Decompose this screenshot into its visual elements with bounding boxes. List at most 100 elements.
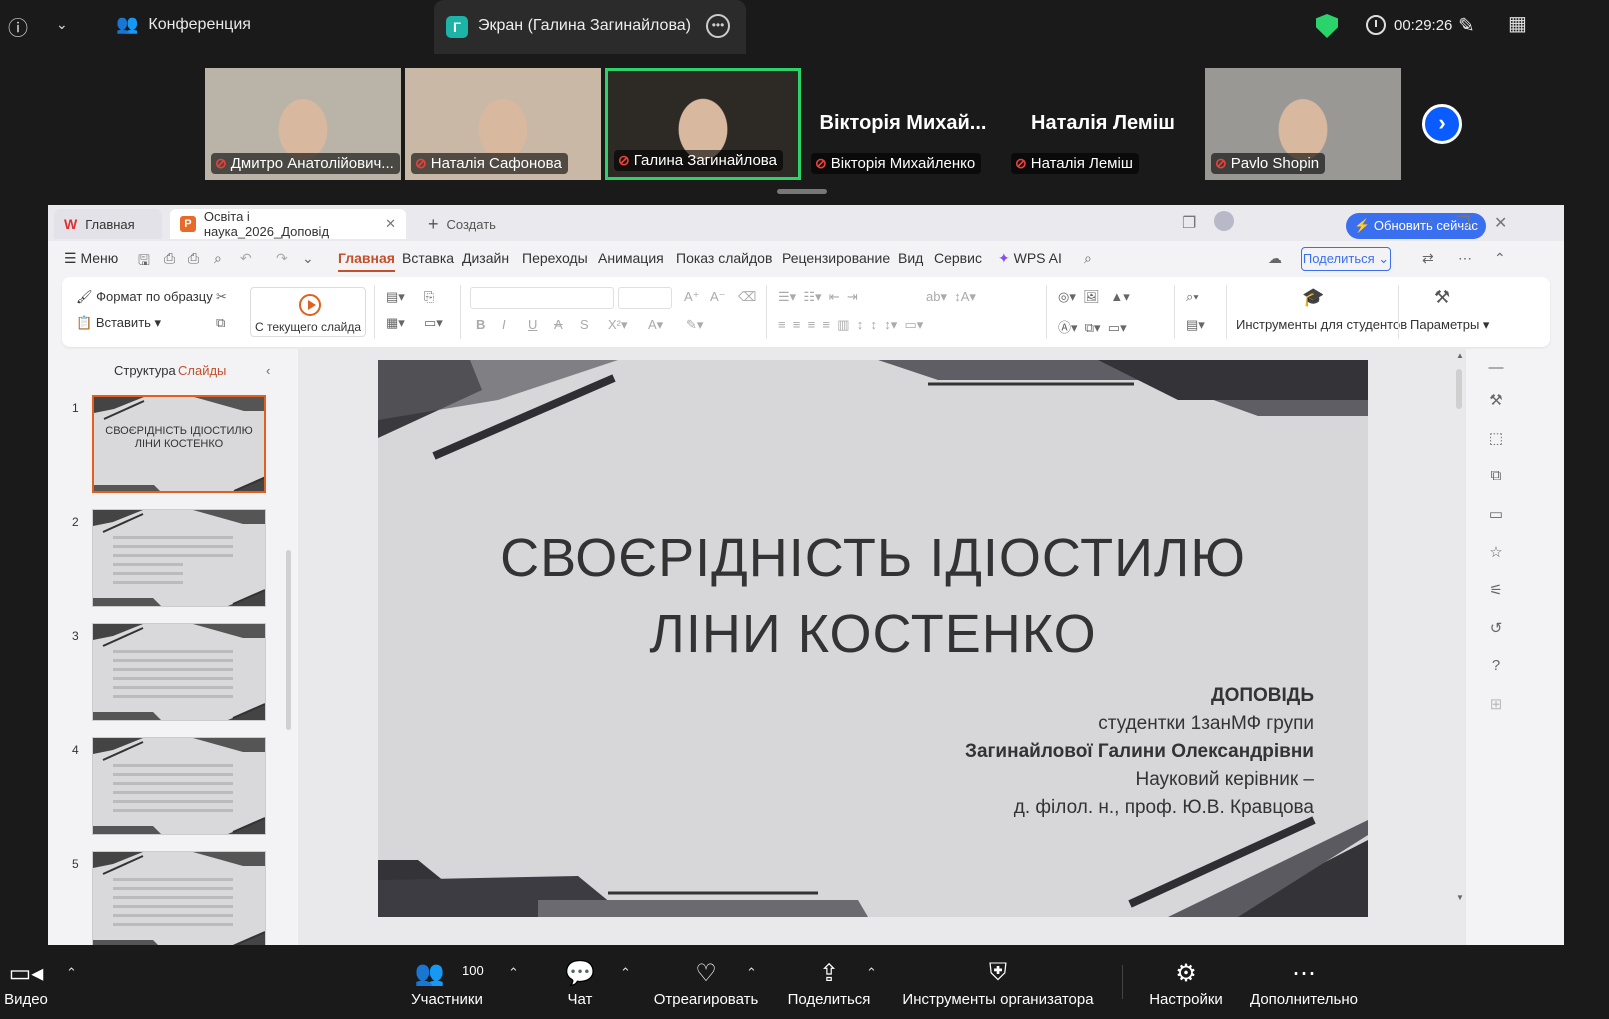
collapse-panel-icon[interactable]: ‹ [266,363,270,378]
tab-document[interactable]: P Освіта і наука_2026_Доповід ✕ [170,209,406,239]
scroll-down-icon[interactable]: ▼ [1456,893,1464,902]
decrease-font-icon[interactable]: A⁻ [710,289,726,305]
participant-tile[interactable]: ⊘ Галина Загинайлова [605,68,801,180]
paste-button[interactable]: 📋 Вставить ▾ [76,315,161,331]
underline-icon[interactable]: U [528,317,537,332]
menu-home[interactable]: Главная [338,250,395,272]
shadow-icon[interactable]: S [580,317,589,332]
pen-icon[interactable]: ✎ [1458,13,1475,38]
chat-options-caret[interactable]: ⌃ [620,965,631,981]
sliders-icon[interactable]: ⚟ [1486,581,1506,601]
tab-structure[interactable]: Структура [114,363,176,378]
parameters-button[interactable]: Параметры ▾ [1410,317,1489,333]
video-options-caret[interactable]: ⌃ [66,965,77,981]
search-icon[interactable]: ⌕ [1084,250,1092,267]
collapse-ribbon-icon[interactable]: ⌃ [1494,250,1506,267]
share-doc-button[interactable]: Поделиться ⌄ [1301,247,1391,271]
minus-icon[interactable]: — [1486,359,1506,379]
undo-icon[interactable]: ↶ [240,250,252,267]
menu-button[interactable]: ☰ Меню [64,250,118,267]
meeting-timer[interactable]: 00:29:26 ⌄ [1366,15,1470,35]
host-tools-button[interactable]: ⛨ Инструменты организатора [898,945,1098,1019]
current-slide[interactable]: СВОЄРІДНІСТЬ ІДІОСТИЛЮ ЛІНИ КОСТЕНКО ДОП… [378,360,1368,917]
cloud-icon[interactable]: ☁ [1268,250,1282,267]
more-icon[interactable]: ⋯ [1458,250,1472,267]
video-button[interactable]: ▭◂ Видео [0,945,52,1019]
layout-slide-icon[interactable]: ▦▾ [386,315,405,331]
menu-view[interactable]: Вид [898,250,923,266]
bold-icon[interactable]: B [476,317,485,332]
more-button[interactable]: ⋯ Дополнительно [1246,945,1362,1019]
superscript-icon[interactable]: X²▾ [608,317,628,333]
editor-scrollbar[interactable]: ▲ ▼ [1454,347,1464,945]
slide-thumbnail[interactable] [92,851,266,945]
menu-wps-ai[interactable]: ✦ WPS AI [998,250,1062,267]
menu-animation[interactable]: Анимация [598,250,664,266]
scroll-up-icon[interactable]: ▲ [1456,351,1464,360]
participant-tile[interactable]: Вікторія Михай... ⊘ Вікторія Михайленко [805,68,1001,180]
textbox-icon[interactable]: Ⓐ▾ ⧉▾ ▭▾ [1058,317,1127,336]
increase-font-icon[interactable]: A⁺ [684,289,700,305]
participant-tile[interactable]: Наталія Леміш ⊘ Наталія Леміш [1005,68,1201,180]
select-icon[interactable]: ▤▾ [1186,317,1205,333]
cut-icon[interactable]: ✂ [216,289,227,305]
next-page-button[interactable]: › [1422,104,1462,144]
chat-button[interactable]: 💬 Чат [560,945,600,1019]
text-direction-icon[interactable]: ab▾ ↕A▾ [926,289,976,305]
print-icon[interactable]: ⎙ [188,250,199,267]
window-switch-icon[interactable]: ❐ [1182,213,1196,233]
format-painter-button[interactable]: 🖌 Формат по образцу [76,289,213,305]
font-size-select[interactable] [618,287,672,309]
italic-icon[interactable]: I [502,317,506,332]
section-icon[interactable]: ▭▾ [424,315,443,331]
slide-thumbnail[interactable] [92,737,266,835]
shape-edit-icon[interactable]: ⬚ [1486,429,1506,449]
student-tools-button[interactable]: Инструменты для студентов [1236,317,1407,332]
info-icon[interactable]: ⓘ [8,12,28,41]
minimize-icon[interactable]: — [1418,213,1434,231]
grid-view-icon[interactable]: ▦ [1508,11,1527,36]
tools-icon[interactable]: ⚒ [1486,391,1506,411]
redo-icon[interactable]: ↷ [276,250,288,267]
close-icon[interactable]: ✕ [385,216,396,232]
restore-icon[interactable]: ❐ [1456,213,1470,233]
font-color-icon[interactable]: A▾ [648,317,663,333]
more-options-icon[interactable]: ••• [706,14,730,38]
screen-share-tab[interactable]: Г Экран (Галина Загинайлова) ••• [434,0,746,54]
window-close-icon[interactable]: ✕ [1494,213,1507,233]
new-slide-icon[interactable]: ▤▾ [386,289,405,305]
tab-home[interactable]: W Главная [54,209,162,239]
participants-options-caret[interactable]: ⌃ [508,965,519,981]
react-options-caret[interactable]: ⌃ [746,965,757,981]
from-current-slide-button[interactable]: С текущего слайда [250,287,366,337]
comment-icon[interactable]: ▭ [1486,505,1506,525]
react-button[interactable]: ♡ Отреагировать [648,945,764,1019]
strikethrough-icon[interactable]: A [554,317,563,332]
participants-button[interactable]: 👥 100 Участники [404,945,490,1019]
reuse-slide-icon[interactable]: ⎘ [424,289,434,305]
menu-service[interactable]: Сервис [934,250,982,266]
bullets-icon[interactable]: ☰▾ ☷▾ ⇤ ⇥ [778,289,858,305]
copy-slide-icon[interactable]: ⧉ [1486,467,1506,487]
new-tab-button[interactable]: + Создать [418,209,506,239]
print-preview-icon[interactable]: ⌕ [214,250,222,267]
clear-format-icon[interactable]: ⌫ [738,289,756,305]
conference-tab[interactable]: 👥 Конференция [116,14,251,35]
chevron-down-icon[interactable]: ⌄ [302,250,314,267]
layout-icon[interactable]: ⇄ [1422,250,1434,267]
chevron-down-icon[interactable]: ⌄ [56,16,68,33]
copy-icon[interactable]: ⧉ [216,315,225,331]
font-family-select[interactable] [470,287,614,309]
slide-thumbnail[interactable]: СВОЄРІДНІСТЬ ІДІОСТИЛЮ ЛІНИ КОСТЕНКО [92,395,266,493]
slide-thumbnail[interactable] [92,509,266,607]
settings-button[interactable]: ⚙ Настройки [1146,945,1226,1019]
shapes-icon[interactable]: ◎▾ 🖼 ▲▾ [1058,289,1130,305]
history-icon[interactable]: ↺ [1486,619,1506,639]
scroll-thumb[interactable] [1456,369,1462,409]
highlight-icon[interactable]: ✎▾ [686,317,703,333]
share-screen-button[interactable]: ⇪ Поделиться [784,945,874,1019]
tab-slides[interactable]: Слайды [178,363,226,378]
find-icon[interactable]: ⌕▾ [1186,289,1199,305]
export-icon[interactable]: ⎙ [164,250,175,267]
menu-slideshow[interactable]: Показ слайдов [676,250,772,266]
